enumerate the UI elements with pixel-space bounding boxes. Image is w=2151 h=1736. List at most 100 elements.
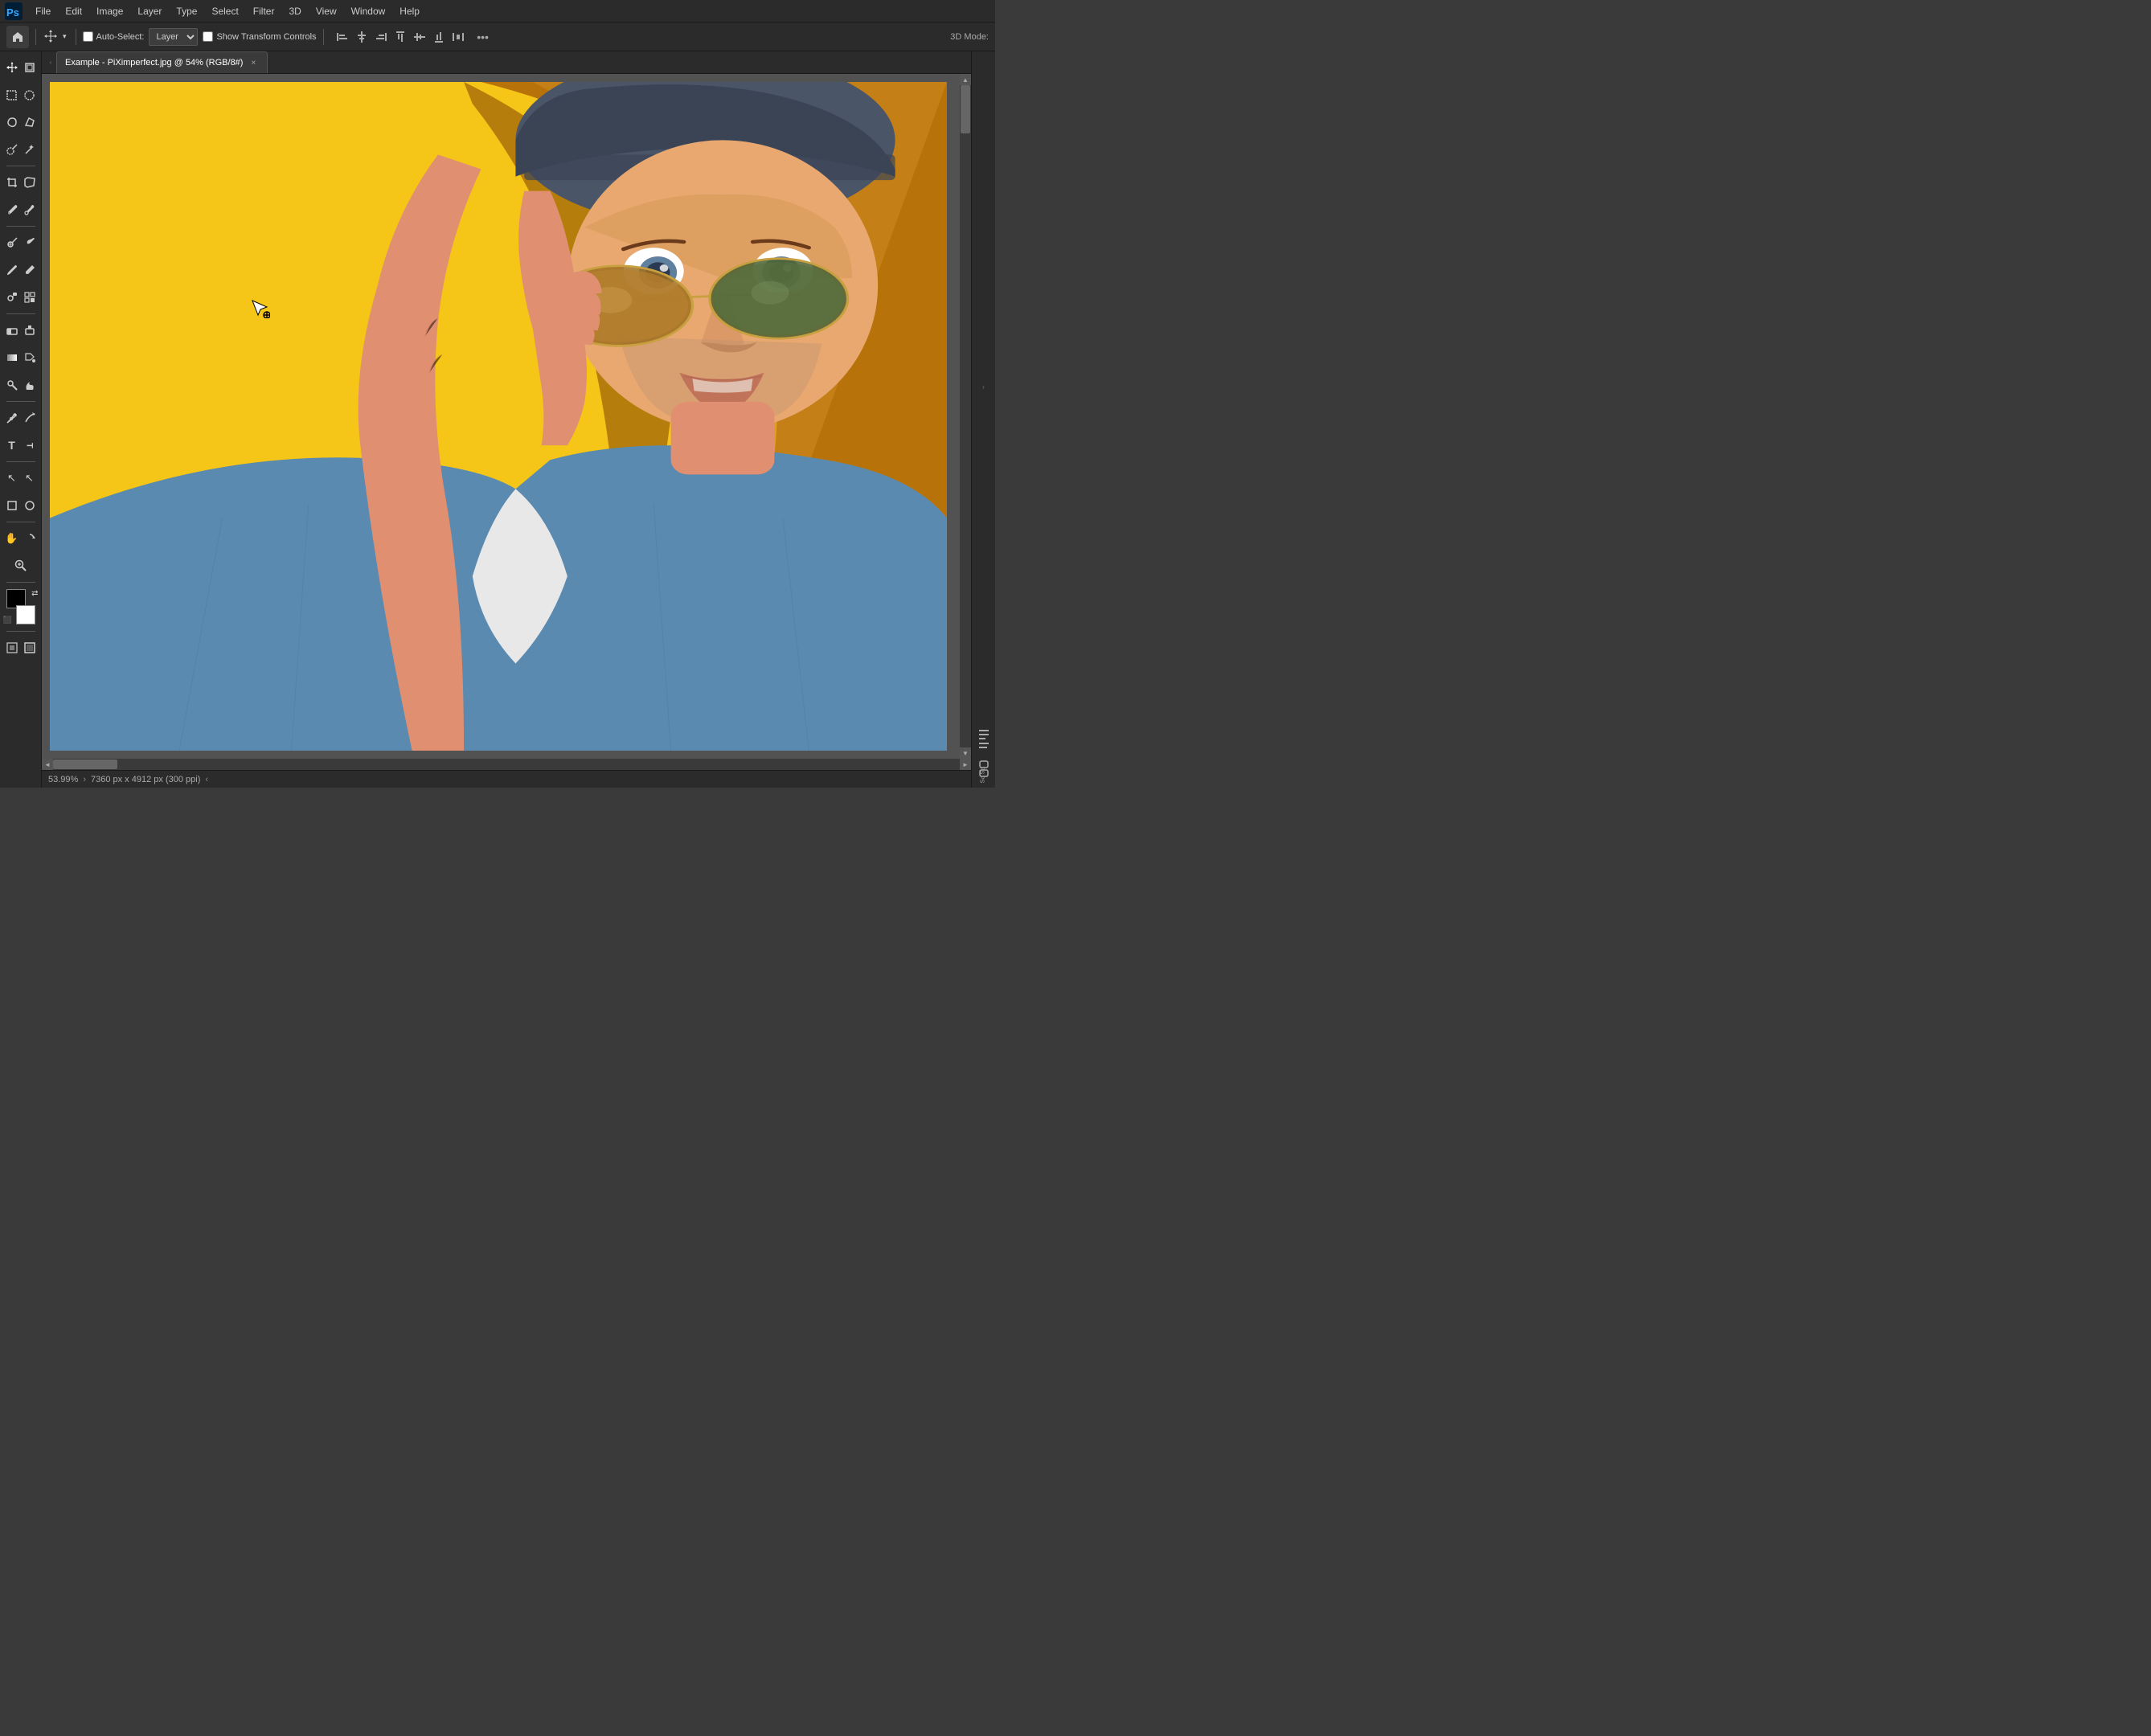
pencil-tool-btn[interactable]: [21, 257, 39, 283]
crop-tool-btn[interactable]: [3, 170, 21, 195]
screen-mode-btn[interactable]: [21, 635, 39, 661]
menu-help[interactable]: Help: [393, 4, 426, 18]
direct-selection-btn[interactable]: ↖: [21, 465, 39, 491]
tool-sep-7: [6, 582, 35, 583]
scroll-thumb-vertical[interactable]: [961, 85, 970, 133]
default-colors-icon[interactable]: ⬛: [3, 616, 12, 624]
align-right-edges-btn[interactable]: [372, 28, 390, 46]
align-top-edges-btn[interactable]: [391, 28, 409, 46]
eraser-pair: [3, 317, 39, 343]
color-sampler-btn[interactable]: [21, 197, 39, 223]
pattern-stamp-btn[interactable]: [21, 285, 39, 310]
layer-select[interactable]: Layer Group: [149, 28, 198, 46]
selection-pair: [3, 137, 39, 162]
align-center-horiz-btn[interactable]: [353, 28, 371, 46]
align-left-edges-btn[interactable]: [334, 28, 351, 46]
polygonal-lasso-btn[interactable]: [21, 109, 39, 135]
crop-pair: [3, 170, 39, 195]
elliptical-marquee-btn[interactable]: [21, 82, 39, 108]
quick-selection-btn[interactable]: [3, 137, 21, 162]
hand-tool-btn[interactable]: ✋: [3, 526, 21, 551]
eraser-tool-btn[interactable]: [3, 317, 21, 343]
menu-filter[interactable]: Filter: [247, 4, 281, 18]
menu-view[interactable]: View: [309, 4, 343, 18]
menu-layer[interactable]: Layer: [131, 4, 168, 18]
brush-tool-btn[interactable]: [3, 257, 21, 283]
move-tool-btn[interactable]: [3, 55, 21, 80]
perspective-crop-btn[interactable]: [21, 170, 39, 195]
menu-edit[interactable]: Edit: [59, 4, 88, 18]
move-tool-indicator: ▾: [43, 27, 69, 47]
ps-logo: Ps: [5, 2, 23, 20]
move-tool-dropdown-btn[interactable]: ▾: [60, 27, 69, 47]
menu-select[interactable]: Select: [205, 4, 244, 18]
tool-sep-3: [6, 313, 35, 314]
auto-select-checkbox[interactable]: [83, 31, 93, 42]
scroll-track-horizontal[interactable]: [53, 759, 960, 770]
status-arrow-right[interactable]: ›: [83, 775, 86, 784]
tool-sep-5: [6, 461, 35, 462]
burn-tool-btn[interactable]: [21, 372, 39, 398]
healing-brush-btn[interactable]: [21, 230, 39, 256]
canvas-area: ‹ Example - PiXimperfect.jpg @ 54% (RGB/…: [42, 51, 971, 788]
align-center-vert-btn[interactable]: [411, 28, 428, 46]
document-tab[interactable]: Example - PiXimperfect.jpg @ 54% (RGB/8#…: [56, 51, 268, 73]
menu-file[interactable]: File: [29, 4, 57, 18]
magic-wand-btn[interactable]: [21, 137, 39, 162]
right-panel: › PS PS: [971, 51, 995, 788]
scroll-right-btn[interactable]: ►: [960, 759, 971, 770]
paint-bucket-btn[interactable]: [21, 345, 39, 371]
horizontal-scrollbar[interactable]: ◄ ►: [42, 759, 971, 770]
gradient-tool-btn[interactable]: [3, 345, 21, 371]
show-transform-checkbox[interactable]: [203, 31, 213, 42]
vertical-scrollbar[interactable]: ▲ ▼: [960, 74, 971, 759]
dodge-tool-btn[interactable]: [3, 372, 21, 398]
eyedropper-btn[interactable]: [3, 197, 21, 223]
ellipse-tool-btn[interactable]: [21, 493, 39, 518]
svg-text:PS: PS: [978, 767, 984, 775]
menu-window[interactable]: Window: [345, 4, 392, 18]
properties-panel-btn[interactable]: [974, 725, 994, 751]
canvas-viewport[interactable]: ▲ ▼: [42, 74, 971, 759]
adjustments-panel-btn[interactable]: PS PS: [974, 758, 994, 784]
rectangle-tool-btn[interactable]: [3, 493, 21, 518]
home-button[interactable]: [6, 26, 29, 48]
distribute-btn[interactable]: [449, 28, 467, 46]
pen-tool-btn[interactable]: [3, 405, 21, 431]
spot-healing-btn[interactable]: [3, 230, 21, 256]
path-selection-btn[interactable]: ↖: [3, 465, 21, 491]
menu-3d[interactable]: 3D: [282, 4, 307, 18]
rotate-view-btn[interactable]: [21, 526, 39, 551]
swap-colors-icon[interactable]: ⇄: [31, 589, 38, 598]
type-pair: T T: [3, 432, 39, 458]
bg-eraser-btn[interactable]: [21, 317, 39, 343]
freeform-pen-btn[interactable]: [21, 405, 39, 431]
color-swatches[interactable]: ⇄ ⬛: [3, 589, 39, 624]
left-panel-collapse[interactable]: ‹: [45, 51, 56, 73]
vertical-type-btn[interactable]: T: [21, 432, 39, 458]
right-panel-collapse-top[interactable]: ›: [978, 55, 989, 719]
scroll-left-btn[interactable]: ◄: [42, 759, 53, 770]
quick-mask-btn[interactable]: [3, 635, 21, 661]
artboard-tool-btn[interactable]: [21, 55, 39, 80]
align-bottom-edges-btn[interactable]: [430, 28, 448, 46]
tab-close-btn[interactable]: ×: [248, 57, 259, 68]
scroll-track-vertical[interactable]: [960, 85, 971, 747]
rectangular-marquee-btn[interactable]: [3, 82, 21, 108]
status-arrow-left[interactable]: ‹: [205, 775, 208, 784]
scroll-down-btn[interactable]: ▼: [960, 747, 971, 759]
menu-image[interactable]: Image: [90, 4, 129, 18]
lasso-tool-btn[interactable]: [3, 109, 21, 135]
background-color-swatch[interactable]: [16, 605, 35, 624]
toolbar: T T ↖ ↖ ✋: [0, 51, 42, 788]
scroll-thumb-horizontal[interactable]: [53, 760, 117, 769]
clone-stamp-btn[interactable]: [3, 285, 21, 310]
scroll-up-btn[interactable]: ▲: [960, 74, 971, 85]
gradient-pair: [3, 345, 39, 371]
menu-type[interactable]: Type: [170, 4, 203, 18]
tab-title: Example - PiXimperfect.jpg @ 54% (RGB/8#…: [65, 58, 243, 68]
more-options-btn[interactable]: •••: [472, 28, 494, 46]
auto-select-label: Auto-Select:: [96, 32, 145, 42]
zoom-tool-btn[interactable]: [3, 553, 39, 579]
horizontal-type-btn[interactable]: T: [3, 432, 21, 458]
